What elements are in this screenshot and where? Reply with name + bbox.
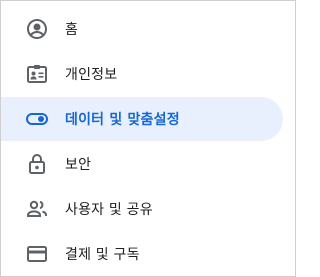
people-icon (25, 197, 49, 221)
account-nav-panel: 홈 개인정보 데이터 및 맞춤설정 보안 사용자 및 공유 결제 및 구독 (0, 0, 296, 277)
nav-item-payments-subscriptions[interactable]: 결제 및 구독 (1, 232, 295, 276)
nav-item-label: 보안 (65, 157, 92, 173)
nav-item-home[interactable]: 홈 (1, 7, 295, 51)
nav-item-label: 개인정보 (65, 67, 118, 83)
toggle-icon (25, 107, 49, 131)
side-navigation: 홈 개인정보 데이터 및 맞춤설정 보안 사용자 및 공유 결제 및 구독 (1, 7, 295, 277)
nav-item-label: 홈 (65, 22, 79, 38)
credit-card-icon (25, 242, 49, 266)
nav-item-label: 데이터 및 맞춤설정 (65, 112, 180, 128)
id-card-icon (25, 62, 49, 86)
account-circle-icon (25, 17, 49, 41)
lock-icon (25, 152, 49, 176)
nav-item-label: 결제 및 구독 (65, 247, 140, 263)
nav-item-security[interactable]: 보안 (1, 142, 295, 186)
nav-item-people-sharing[interactable]: 사용자 및 공유 (1, 187, 295, 231)
nav-item-personal-info[interactable]: 개인정보 (1, 52, 295, 96)
nav-item-label: 사용자 및 공유 (65, 202, 153, 218)
nav-item-data-privacy[interactable]: 데이터 및 맞춤설정 (1, 97, 295, 141)
